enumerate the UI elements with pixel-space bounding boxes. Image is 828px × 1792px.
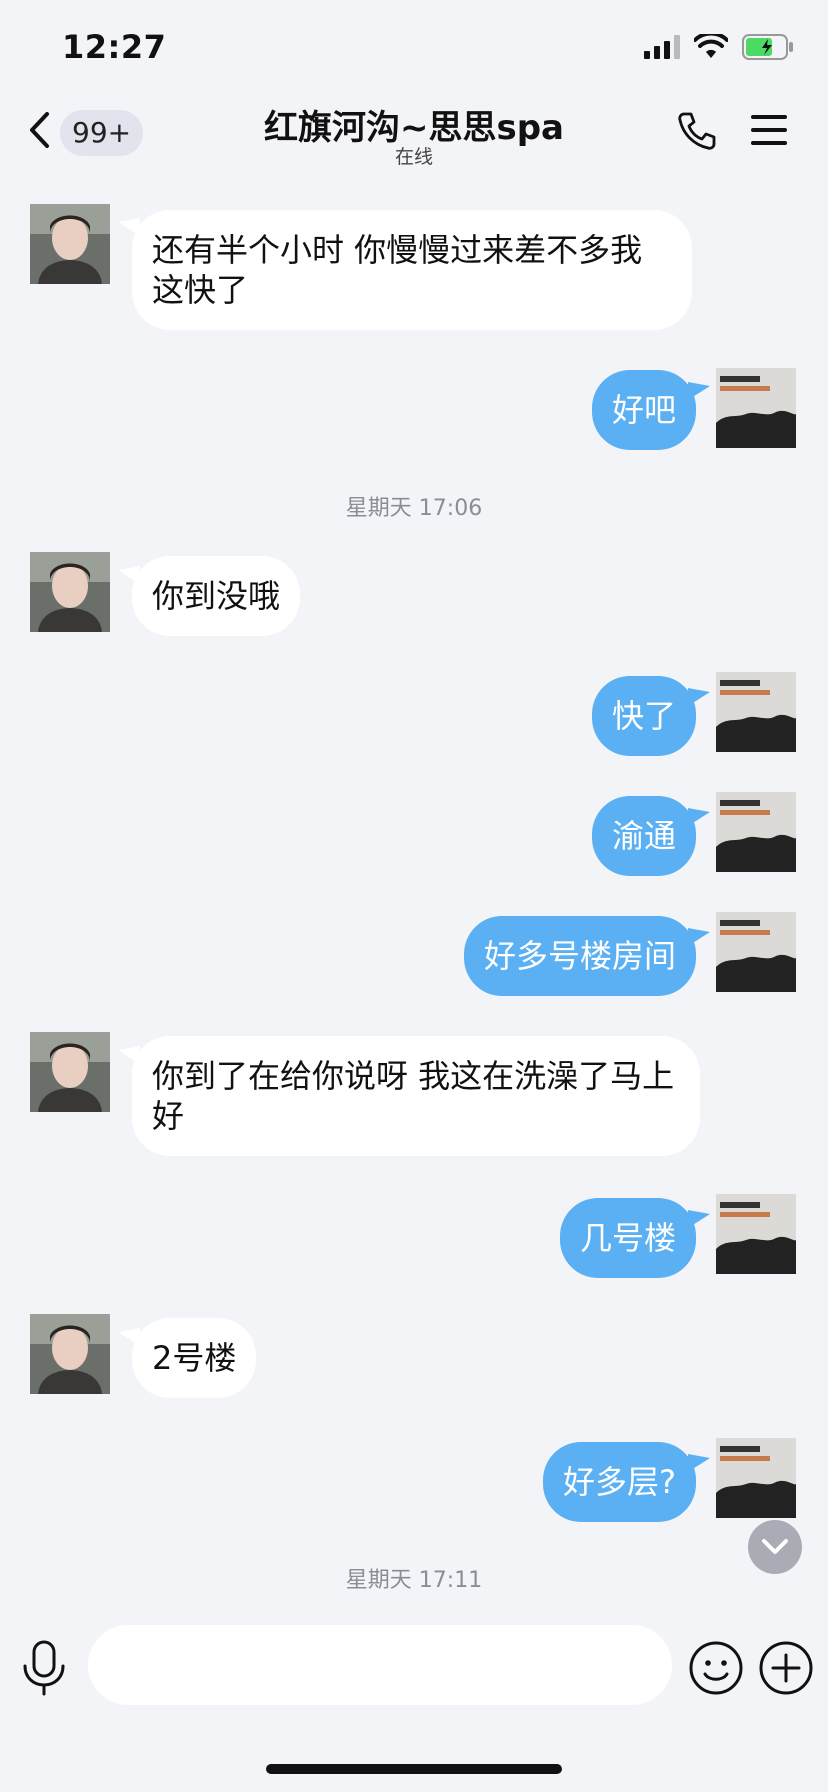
message-bubble[interactable]: 2号楼 bbox=[132, 1318, 257, 1398]
contact-avatar[interactable] bbox=[30, 1314, 110, 1394]
timestamp: 星期天 17:06 bbox=[345, 496, 483, 521]
chat-header: 99+ 红旗河沟~思思spa 在线 bbox=[0, 96, 828, 188]
more-button[interactable] bbox=[758, 1640, 814, 1696]
message-bubble[interactable]: 渝通 bbox=[591, 796, 696, 876]
message-bubble[interactable]: 你到了在给你说呀 我这在洗澡了马上好 bbox=[132, 1036, 700, 1156]
chevron-down-icon bbox=[762, 1539, 788, 1554]
message-bubble[interactable]: 好吧 bbox=[591, 370, 696, 450]
status-icons bbox=[644, 31, 794, 64]
phone-icon bbox=[678, 112, 716, 150]
contact-avatar[interactable] bbox=[30, 204, 110, 284]
call-button[interactable] bbox=[676, 110, 718, 152]
plus-circle-icon bbox=[759, 1641, 813, 1695]
microphone-icon bbox=[23, 1640, 65, 1696]
status-bar: 12:27 bbox=[0, 0, 828, 100]
my-avatar[interactable] bbox=[716, 792, 796, 872]
status-time: 12:27 bbox=[62, 28, 167, 66]
my-avatar[interactable] bbox=[716, 912, 796, 992]
message-bubble[interactable]: 好多号楼房间 bbox=[463, 916, 696, 996]
contact-avatar[interactable] bbox=[30, 1032, 110, 1112]
input-bar bbox=[0, 1618, 828, 1718]
voice-button[interactable] bbox=[20, 1640, 68, 1696]
message-bubble[interactable]: 好多层? bbox=[543, 1442, 696, 1522]
hamburger-icon bbox=[751, 115, 787, 145]
signal-icon bbox=[644, 35, 680, 63]
my-avatar[interactable] bbox=[716, 368, 796, 448]
my-avatar[interactable] bbox=[716, 1438, 796, 1518]
menu-button[interactable] bbox=[750, 112, 788, 150]
my-avatar[interactable] bbox=[716, 672, 796, 752]
message-bubble[interactable]: 几号楼 bbox=[559, 1198, 696, 1278]
home-indicator[interactable] bbox=[266, 1764, 562, 1774]
battery-icon bbox=[742, 34, 794, 64]
message-bubble[interactable]: 你到没哦 bbox=[132, 556, 301, 636]
wifi-icon bbox=[693, 31, 729, 64]
message-bubble[interactable]: 还有半个小时 你慢慢过来差不多我这快了 bbox=[132, 210, 692, 330]
message-input[interactable] bbox=[88, 1625, 672, 1705]
message-bubble[interactable]: 快了 bbox=[591, 676, 696, 756]
contact-avatar[interactable] bbox=[30, 552, 110, 632]
emoji-button[interactable] bbox=[688, 1640, 744, 1696]
my-avatar[interactable] bbox=[716, 1194, 796, 1274]
timestamp: 星期天 17:11 bbox=[345, 1568, 483, 1593]
smiley-icon bbox=[689, 1641, 743, 1695]
